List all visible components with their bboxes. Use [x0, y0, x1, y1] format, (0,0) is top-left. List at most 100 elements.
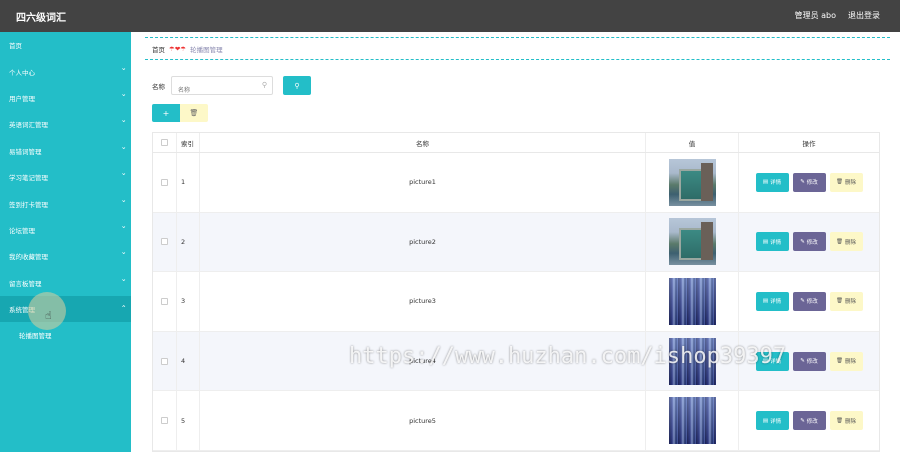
delete-button[interactable]: 🗑 删除 — [829, 232, 863, 252]
edit-button[interactable]: ✎ 修改 — [792, 351, 826, 371]
row-name: picture1 — [200, 153, 646, 212]
sidebar-item-7[interactable]: 论坛管理 ˅ — [0, 217, 131, 243]
search-button[interactable]: ⚲ — [283, 76, 311, 95]
row-checkbox[interactable] — [161, 357, 168, 365]
trash-icon: 🗑 — [836, 179, 843, 186]
row-checkbox[interactable] — [161, 178, 168, 186]
row-name: picture5 — [200, 391, 646, 450]
edit-button[interactable]: ✎ 修改 — [792, 172, 826, 192]
row-checkbox-cell — [153, 272, 177, 331]
breadcrumb-home[interactable]: 首页 — [152, 44, 165, 54]
chevron-down-icon: ˅ — [120, 67, 126, 76]
batch-delete-button[interactable]: 🗑 — [180, 104, 208, 122]
chevron-down-icon: ˅ — [120, 146, 126, 155]
sidebar-item-label: 签到打卡管理 — [9, 200, 48, 209]
detail-button[interactable]: ▤ 详情 — [755, 172, 789, 192]
edit-label: 修改 — [806, 359, 818, 366]
sidebar-item-label: 论坛管理 — [9, 226, 35, 235]
edit-button[interactable]: ✎ 修改 — [792, 291, 826, 311]
sidebar-item-3[interactable]: 英语词汇管理 ˅ — [0, 111, 131, 137]
row-index: 2 — [177, 212, 200, 272]
sidebar-item-0[interactable]: 首页 — [0, 32, 131, 58]
row-ops: ▤ 详情 ✎ 修改 🗑 删除 — [739, 391, 879, 450]
row-ops: ▤ 详情 ✎ 修改 🗑 删除 — [739, 272, 879, 331]
sidebar-item-4[interactable]: 易错词管理 ˅ — [0, 138, 131, 164]
row-checkbox-cell — [153, 391, 177, 450]
header-value: 值 — [646, 133, 739, 152]
chevron-down-icon: ˅ — [120, 173, 126, 182]
top-bar: 四六级词汇 管理员 abo 退出登录 — [0, 0, 900, 32]
delete-button[interactable]: 🗑 删除 — [829, 172, 863, 192]
sidebar-item-label: 英语词汇管理 — [9, 121, 48, 130]
search-field: ⚲ — [171, 76, 273, 99]
detail-button[interactable]: ▤ 详情 — [755, 351, 789, 371]
search-input[interactable] — [172, 82, 272, 99]
detail-label: 详情 — [770, 418, 782, 425]
chevron-down-icon: ˅ — [120, 93, 126, 102]
detail-label: 详情 — [770, 359, 782, 366]
sidebar-item-1[interactable]: 个人中心 ˅ — [0, 58, 131, 84]
trash-icon: 🗑 — [836, 238, 843, 245]
pencil-icon: ✎ — [800, 298, 805, 305]
table-body: 1 picture1 ▤ 详情 ✎ 修改 🗑 删除 2 picture2 ▤ 详情 ✎ 修改 🗑 删除 3 pic… — [153, 153, 879, 451]
admin-user-label[interactable]: 管理员 abo — [795, 10, 836, 21]
chevron-up-icon: ˄ — [120, 305, 126, 314]
document-icon: ▤ — [762, 298, 769, 305]
search-field-icon: ⚲ — [261, 81, 267, 89]
detail-button[interactable]: ▤ 详情 — [755, 232, 789, 252]
sidebar-item-8[interactable]: 我的收藏管理 ˅ — [0, 243, 131, 269]
sidebar-nav: 首页 个人中心 ˅ 用户管理 ˅ 英语词汇管理 ˅ 易错词管理 ˅ 学习笔记管理 ˅ 签到打卡管理 ˅ 论… — [0, 32, 131, 348]
row-checkbox-cell — [153, 212, 177, 272]
sidebar-item-9[interactable]: 留言板管理 ˅ — [0, 270, 131, 296]
add-button[interactable]: + — [152, 104, 180, 122]
row-ops: ▤ 详情 ✎ 修改 🗑 删除 — [739, 332, 879, 391]
edit-button[interactable]: ✎ 修改 — [792, 411, 826, 431]
delete-button[interactable]: 🗑 删除 — [829, 291, 863, 311]
logout-button[interactable]: 退出登录 — [848, 10, 880, 21]
pencil-icon: ✎ — [800, 238, 805, 245]
header-ops: 操作 — [802, 139, 816, 148]
search-icon: ⚲ — [294, 81, 300, 90]
row-index: 5 — [177, 391, 200, 450]
row-image-thumbnail[interactable] — [668, 337, 716, 385]
sidebar-item-2[interactable]: 用户管理 ˅ — [0, 85, 131, 111]
sidebar-item-5[interactable]: 学习笔记管理 ˅ — [0, 164, 131, 190]
search-bar: 名称 ⚲ ⚲ — [152, 76, 311, 99]
row-checkbox[interactable] — [161, 238, 168, 246]
sidebar-item-label: 用户管理 — [9, 94, 35, 103]
document-icon: ▤ — [762, 417, 769, 424]
edit-label: 修改 — [806, 418, 818, 425]
row-ops: ▤ 详情 ✎ 修改 🗑 删除 — [739, 153, 879, 212]
main-content: 首页 ☂❤☂ 轮播图管理 名称 ⚲ ⚲ + 🗑 索引 名称 值 操作 1pict… — [131, 32, 900, 452]
delete-button[interactable]: 🗑 删除 — [829, 351, 863, 371]
sidebar-item-6[interactable]: 签到打卡管理 ˅ — [0, 190, 131, 216]
detail-button[interactable]: ▤ 详情 — [755, 411, 789, 431]
row-image-thumbnail[interactable] — [668, 277, 716, 325]
detail-button[interactable]: ▤ 详情 — [755, 291, 789, 311]
table-row: 2 picture2 ▤ 详情 ✎ 修改 🗑 删除 — [153, 212, 879, 273]
chevron-down-icon: ˅ — [120, 252, 126, 261]
trash-icon: 🗑 — [836, 358, 843, 365]
breadcrumb: 首页 ☂❤☂ 轮播图管理 — [145, 37, 890, 60]
row-image-thumbnail[interactable] — [668, 158, 716, 206]
data-table: 索引 名称 值 操作 1 picture1 ▤ 详情 ✎ 修改 🗑 删除 2 picture2 ▤ 详… — [152, 132, 880, 452]
sidebar-subitem-0[interactable]: 轮播图管理 — [0, 322, 131, 348]
header-name: 名称 — [200, 133, 646, 152]
pencil-icon: ✎ — [800, 417, 805, 424]
row-checkbox[interactable] — [161, 417, 168, 425]
delete-label: 删除 — [844, 359, 856, 366]
delete-button[interactable]: 🗑 删除 — [829, 411, 863, 431]
edit-button[interactable]: ✎ 修改 — [792, 232, 826, 252]
row-checkbox[interactable] — [161, 297, 168, 305]
delete-label: 删除 — [844, 239, 856, 246]
pencil-icon: ✎ — [800, 179, 805, 186]
select-all-checkbox[interactable] — [161, 139, 168, 146]
chevron-down-icon: ˅ — [120, 225, 126, 234]
row-image-thumbnail[interactable] — [668, 397, 716, 445]
row-ops: ▤ 详情 ✎ 修改 🗑 删除 — [739, 213, 879, 272]
row-checkbox-cell — [153, 331, 177, 391]
table-row: 4 picture4 ▤ 详情 ✎ 修改 🗑 删除 — [153, 331, 879, 392]
row-image-thumbnail[interactable] — [668, 218, 716, 266]
row-name: picture2 — [200, 212, 646, 272]
hand-cursor-icon: ☝ — [45, 309, 52, 322]
